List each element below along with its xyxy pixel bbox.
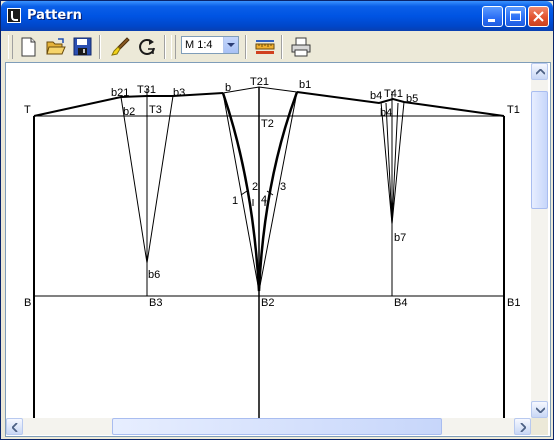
new-document-icon bbox=[21, 37, 36, 57]
label-T1: T1 bbox=[507, 104, 520, 116]
close-button[interactable] bbox=[528, 6, 549, 27]
label-B1: B1 bbox=[507, 297, 520, 309]
toolbar-separator bbox=[99, 35, 101, 59]
label-B: B bbox=[24, 297, 31, 309]
print-icon bbox=[291, 37, 311, 57]
window-title: Pattern bbox=[27, 8, 82, 23]
label-b5: b5 bbox=[406, 93, 418, 105]
label-T31: T31 bbox=[137, 84, 156, 96]
pattern-window: Pattern M 1:4 T T1 T2 T3 T21 T31 T41 b b… bbox=[0, 0, 554, 440]
arrow-right-icon bbox=[520, 423, 526, 432]
label-b21: b21 bbox=[111, 87, 129, 99]
label-b4-inner: b4 bbox=[380, 107, 392, 119]
open-button[interactable] bbox=[43, 34, 69, 60]
label-B4: B4 bbox=[394, 297, 407, 309]
pattern-drawing: T T1 T2 T3 T21 T31 T41 b b1 b2 b3 b4 b4 … bbox=[24, 76, 520, 418]
save-button[interactable] bbox=[70, 34, 96, 60]
label-T21: T21 bbox=[250, 76, 269, 88]
title-bar[interactable]: Pattern bbox=[1, 1, 553, 31]
close-icon bbox=[533, 11, 544, 22]
toolbar-grip[interactable] bbox=[8, 35, 13, 59]
scroll-down-button[interactable] bbox=[531, 401, 548, 418]
label-2: 2 bbox=[252, 181, 258, 193]
toolbar-separator bbox=[245, 35, 247, 59]
scrollbar-corner bbox=[531, 418, 548, 435]
label-b1: b1 bbox=[299, 79, 311, 91]
maximize-button[interactable] bbox=[505, 6, 526, 27]
label-b4: b4 bbox=[370, 90, 382, 102]
open-folder-icon bbox=[46, 38, 66, 55]
minimize-icon bbox=[488, 19, 495, 22]
refresh-button[interactable] bbox=[135, 34, 161, 60]
toolbar: M 1:4 bbox=[5, 31, 551, 62]
label-b: b bbox=[225, 82, 231, 94]
horizontal-scrollbar[interactable] bbox=[6, 418, 531, 435]
label-b2: b2 bbox=[123, 106, 135, 118]
arrow-down-icon bbox=[536, 407, 545, 413]
scale-value: M 1:4 bbox=[185, 39, 213, 51]
save-disk-icon bbox=[73, 37, 92, 56]
label-T2: T2 bbox=[261, 118, 274, 130]
print-button[interactable] bbox=[288, 34, 314, 60]
label-T: T bbox=[24, 104, 31, 116]
label-1: 1 bbox=[232, 195, 238, 207]
label-T3: T3 bbox=[149, 104, 162, 116]
vertical-scrollbar[interactable] bbox=[531, 63, 548, 418]
brush-icon bbox=[111, 37, 130, 56]
label-B3: B3 bbox=[149, 297, 162, 309]
toolbar-separator bbox=[164, 35, 166, 59]
minimize-button[interactable] bbox=[482, 6, 503, 27]
toolbar-grip[interactable] bbox=[171, 35, 176, 59]
new-button[interactable] bbox=[16, 34, 42, 60]
label-4: 4 bbox=[261, 194, 267, 206]
label-b6: b6 bbox=[148, 269, 160, 281]
app-icon bbox=[7, 8, 21, 23]
vertical-scroll-thumb[interactable] bbox=[531, 91, 548, 209]
label-b3: b3 bbox=[173, 87, 185, 99]
scroll-up-button[interactable] bbox=[531, 63, 548, 80]
refresh-icon bbox=[139, 39, 155, 55]
ruler-icon bbox=[255, 40, 275, 54]
chevron-down-icon[interactable] bbox=[223, 37, 238, 53]
arrow-left-icon bbox=[12, 423, 18, 432]
horizontal-scroll-thumb[interactable] bbox=[112, 418, 442, 435]
label-B2: B2 bbox=[261, 297, 274, 309]
label-3: 3 bbox=[280, 181, 286, 193]
pattern-canvas[interactable]: T T1 T2 T3 T21 T31 T41 b b1 b2 b3 b4 b4 … bbox=[6, 63, 531, 418]
scale-dropdown[interactable]: M 1:4 bbox=[181, 36, 239, 54]
arrow-up-icon bbox=[536, 69, 545, 75]
label-T41: T41 bbox=[384, 88, 403, 100]
ruler-button[interactable] bbox=[252, 34, 278, 60]
label-b7: b7 bbox=[394, 232, 406, 244]
scroll-left-button[interactable] bbox=[6, 418, 23, 435]
scroll-right-button[interactable] bbox=[514, 418, 531, 435]
brush-button[interactable] bbox=[108, 34, 134, 60]
toolbar-separator bbox=[281, 35, 283, 59]
maximize-icon bbox=[510, 11, 521, 21]
